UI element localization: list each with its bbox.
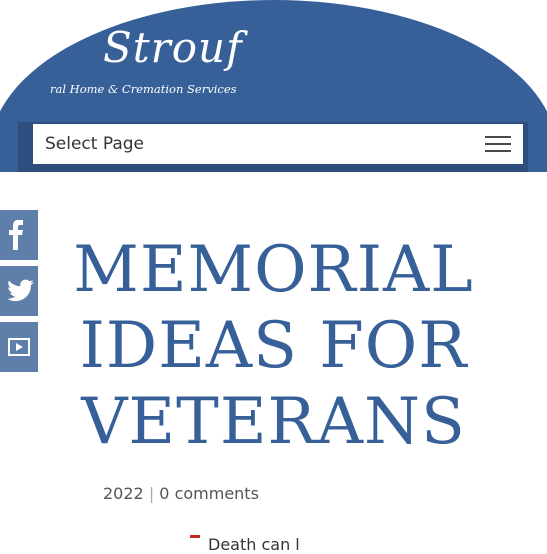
article-snippet: Death can l bbox=[208, 535, 300, 554]
title-line-1: MEMORIAL bbox=[73, 233, 474, 307]
article-title: MEMORIAL IDEAS FOR VETERANS bbox=[0, 232, 547, 460]
logo-tagline: ral Home & Cremation Services bbox=[50, 82, 237, 96]
meta-separator: | bbox=[148, 484, 155, 503]
logo-name[interactable]: Strouf bbox=[103, 23, 243, 72]
post-date: 2022 bbox=[103, 484, 144, 503]
red-accent bbox=[190, 535, 200, 538]
select-page-label[interactable]: Select Page bbox=[45, 134, 144, 154]
post-meta: 2022 | 0 comments bbox=[103, 484, 259, 503]
title-line-2: IDEAS FOR bbox=[79, 309, 468, 383]
title-line-3: VETERANS bbox=[81, 385, 466, 459]
hamburger-icon[interactable] bbox=[485, 134, 511, 154]
comments-link[interactable]: 0 comments bbox=[159, 484, 259, 503]
mobile-nav-bar[interactable]: Select Page bbox=[33, 124, 523, 164]
